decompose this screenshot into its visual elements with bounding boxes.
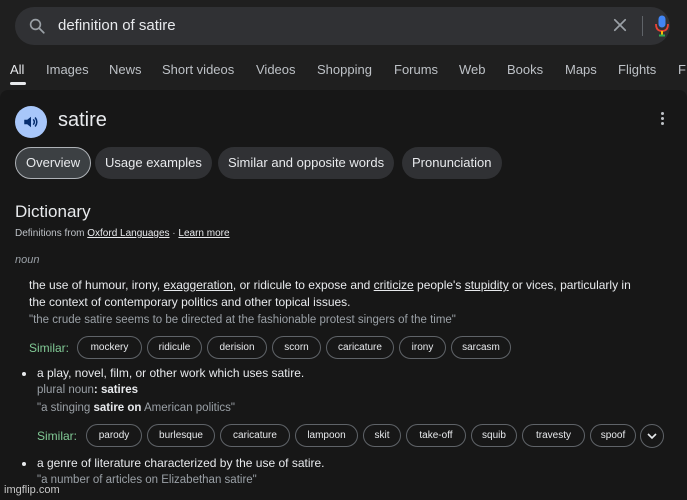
tab-forums[interactable]: Forums [394, 62, 438, 77]
definition-1: the use of humour, irony, exaggeration, … [29, 277, 679, 311]
similar-chip-skit[interactable]: skit [363, 424, 401, 447]
def3-example: "a number of articles on Elizabethan sat… [37, 474, 257, 486]
def1-link-stupidity[interactable]: stupidity [465, 278, 509, 292]
def1-text-3: people's [413, 278, 465, 292]
def1-example: "the crude satire seems to be directed a… [29, 314, 456, 326]
search-divider [642, 16, 643, 36]
search-bar[interactable]: definition of satire [15, 7, 670, 45]
chip-overview[interactable]: Overview [15, 147, 92, 179]
def2-plural: plural noun: satires [37, 384, 138, 396]
plural-value: satires [100, 384, 139, 396]
def1-link-exaggeration[interactable]: exaggeration [164, 278, 233, 292]
similar-chip-take-off[interactable]: take-off [406, 424, 466, 447]
similar-chip-irony[interactable]: irony [399, 336, 446, 359]
microphone-icon[interactable] [655, 15, 669, 37]
tab-books[interactable]: Books [507, 62, 543, 77]
tab-web[interactable]: Web [459, 62, 486, 77]
learn-more-link[interactable]: Learn more [178, 228, 229, 239]
plural-separator: : [93, 384, 101, 396]
similar-chip-derision[interactable]: derision [207, 336, 267, 359]
def1-link-criticize[interactable]: criticize [374, 278, 414, 292]
tab-images[interactable]: Images [46, 62, 89, 77]
similar-chip-caricature-2[interactable]: caricature [220, 424, 290, 447]
similar-chip-scorn[interactable]: scorn [272, 336, 321, 359]
def1-text-2: , or ridicule to expose and [232, 278, 374, 292]
similar-chip-squib[interactable]: squib [471, 424, 517, 447]
tab-news[interactable]: News [109, 62, 142, 77]
search-icon [29, 18, 45, 34]
dictionary-source: Definitions from Oxford Languages · Lear… [15, 228, 230, 239]
definition-2: a play, novel, film, or other work which… [37, 366, 305, 380]
similar-chip-travesty[interactable]: travesty [522, 424, 585, 447]
search-input[interactable]: definition of satire [58, 17, 176, 34]
similar-chip-mockery[interactable]: mockery [77, 336, 142, 359]
similar-chip-sarcasm[interactable]: sarcasm [451, 336, 511, 359]
headword: satire [58, 109, 107, 131]
def2-similar-label: Similar: [37, 429, 78, 443]
tab-flights[interactable]: Flights [618, 62, 656, 77]
plural-label: plural noun [37, 384, 94, 396]
part-of-speech: noun [15, 254, 40, 266]
tab-all[interactable]: All [10, 62, 24, 77]
similar-chip-parody[interactable]: parody [86, 424, 142, 447]
search-tabs: All Images News Short videos Videos Shop… [0, 56, 687, 86]
chevron-down-icon [647, 433, 657, 440]
tab-finance[interactable]: F [678, 62, 686, 77]
def2-bullet [22, 372, 26, 376]
similar-chip-caricature[interactable]: caricature [326, 336, 394, 359]
expand-similar-button[interactable] [640, 424, 664, 448]
def3-bullet [22, 462, 26, 466]
tab-short-videos[interactable]: Short videos [162, 62, 234, 77]
def2-example: "a stinging satire on American politics" [37, 402, 235, 414]
tab-shopping[interactable]: Shopping [317, 62, 372, 77]
oxford-languages-link[interactable]: Oxford Languages [87, 228, 169, 239]
def1-text-4: or vices, particularly in [508, 278, 631, 292]
chip-pronunciation[interactable]: Pronunciation [402, 147, 502, 179]
active-tab-indicator [10, 82, 26, 85]
chip-usage-examples[interactable]: Usage examples [95, 147, 212, 179]
definition-3: a genre of literature characterized by t… [37, 456, 325, 470]
watermark: imgflip.com [4, 484, 60, 496]
tab-maps[interactable]: Maps [565, 62, 597, 77]
tab-videos[interactable]: Videos [256, 62, 296, 77]
speaker-icon [24, 116, 38, 128]
speaker-button[interactable] [15, 106, 47, 138]
def2-example-bold: satire on [93, 402, 142, 414]
similar-chip-lampoon[interactable]: lampoon [295, 424, 358, 447]
similar-chip-burlesque[interactable]: burlesque [147, 424, 215, 447]
def2-example-open: "a stinging [37, 402, 94, 414]
similar-chip-spoof[interactable]: spoof [590, 424, 636, 447]
def1-text-1: the use of humour, irony, [29, 278, 164, 292]
similar-chip-ridicule[interactable]: ridicule [147, 336, 202, 359]
def2-example-close: American politics" [141, 402, 236, 414]
source-prefix: Definitions from [15, 228, 88, 239]
close-icon[interactable] [611, 16, 629, 34]
more-options-icon[interactable] [657, 111, 667, 127]
dictionary-heading: Dictionary [15, 202, 91, 221]
def1-similar-label: Similar: [29, 341, 70, 355]
chip-similar-opposite[interactable]: Similar and opposite words [218, 147, 395, 179]
def1-text-line2: the context of contemporary politics and… [29, 295, 351, 309]
